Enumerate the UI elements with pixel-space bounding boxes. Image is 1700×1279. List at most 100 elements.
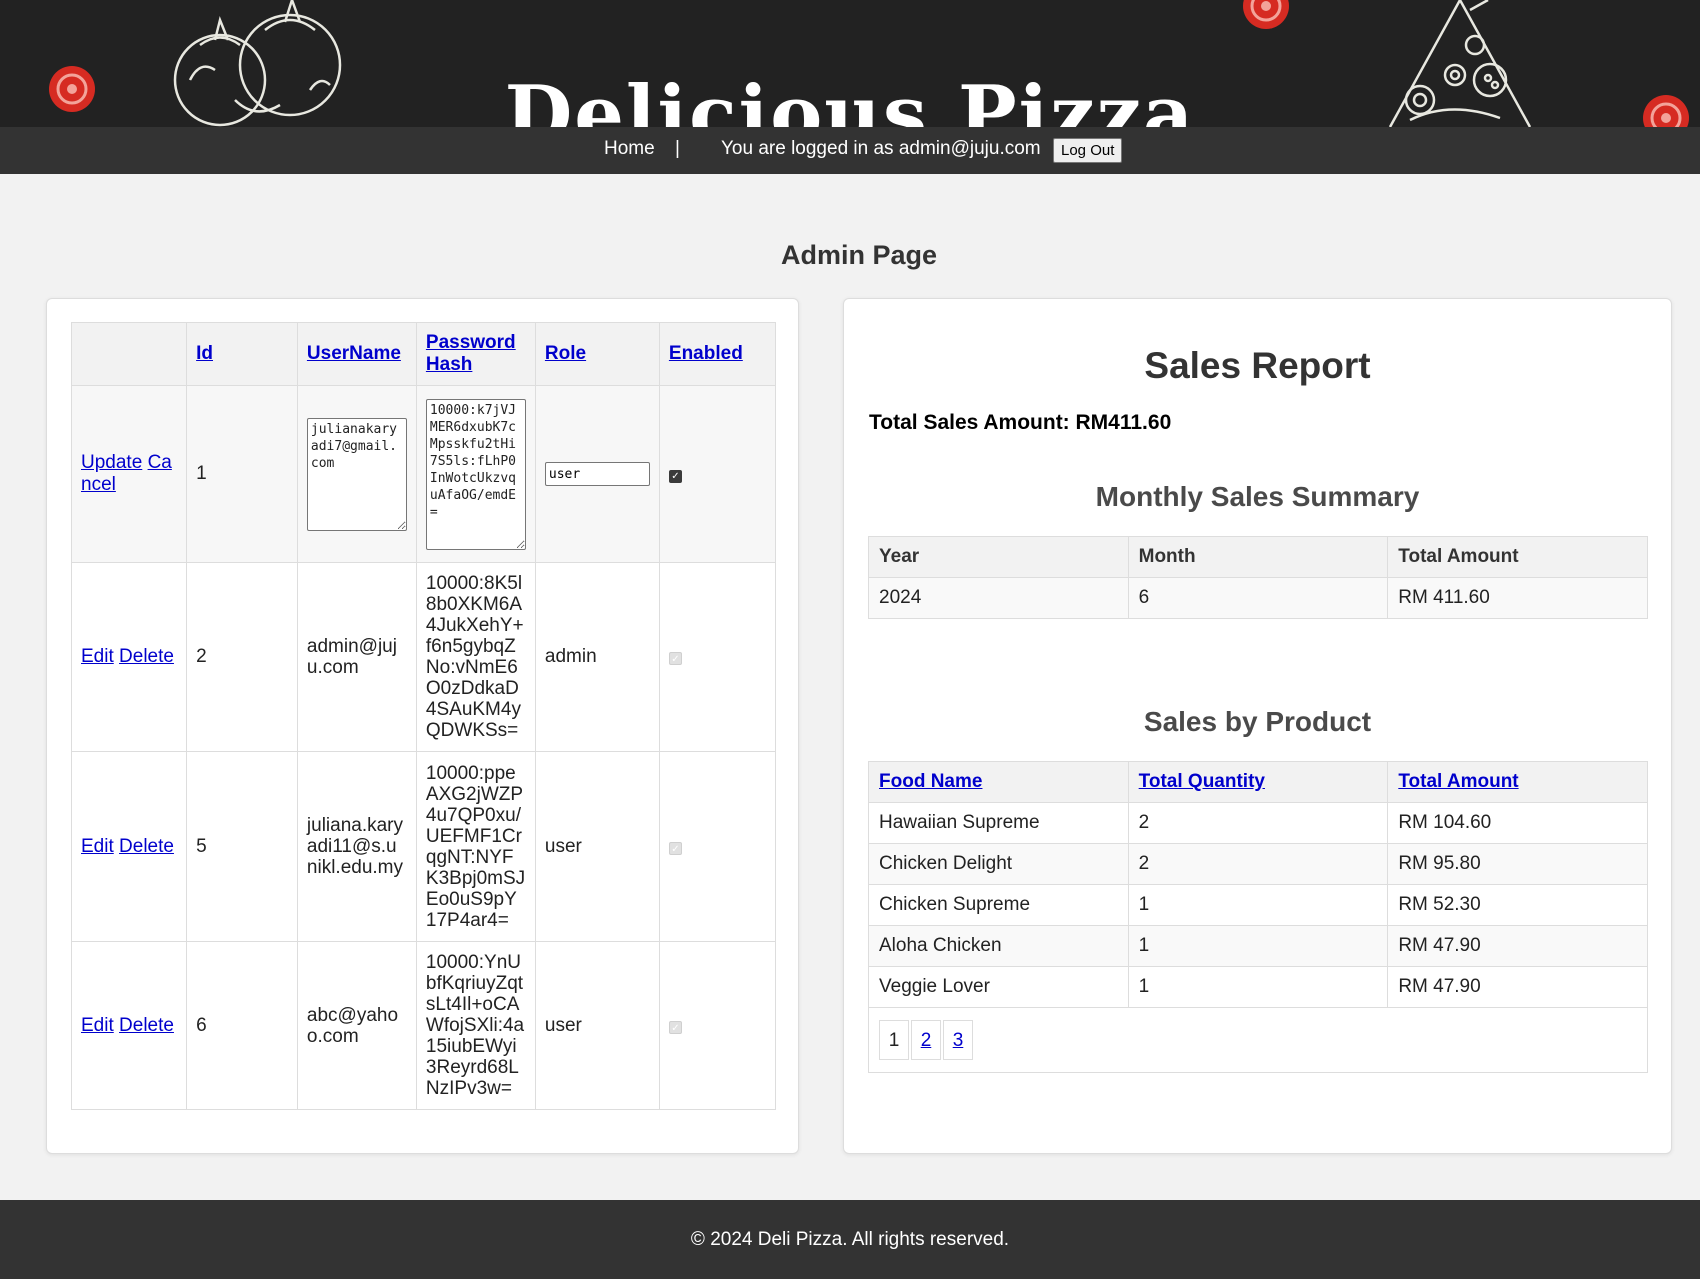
row-actions: Edit Delete (70, 562, 188, 752)
page-title: Admin Page (780, 240, 938, 271)
sort-total-quantity-link[interactable]: Total Quantity (1139, 771, 1265, 792)
role-input[interactable] (544, 462, 650, 487)
cell-id: 1 (186, 385, 298, 563)
monthly-summary-title: Monthly Sales Summary (1095, 481, 1420, 512)
nav-home-link[interactable]: Home (604, 138, 655, 160)
cell-password-hash: 10000:ppeAXG2jWZP4u7QP0xu/UEFMF1CrqgNT:N… (415, 751, 536, 942)
cell-amount: RM 95.80 (1387, 843, 1648, 885)
cell-food-name: Chicken Delight (868, 843, 1129, 885)
cell-year: 2024 (868, 577, 1129, 619)
cell-id: 6 (186, 941, 298, 1110)
row-actions: Edit Delete (70, 751, 188, 942)
table-row: 2024 6 RM 411.60 (868, 577, 1648, 619)
sort-password-hash-link[interactable]: Password Hash (426, 332, 516, 375)
users-table: Id UserName Password Hash Role Enabled U… (70, 322, 777, 1110)
cell-role: user (534, 941, 660, 1110)
cell-role: admin (534, 562, 660, 752)
users-panel: Id UserName Password Hash Role Enabled U… (46, 298, 799, 1154)
cell-food-name: Hawaiian Supreme (868, 802, 1129, 844)
header-password-hash: Password Hash (415, 322, 536, 386)
header-total-amount: Total Amount (1387, 536, 1648, 578)
monthly-header-row: Year Month Total Amount (868, 536, 1648, 578)
edit-link[interactable]: Edit (81, 836, 114, 857)
cell-food-name: Chicken Supreme (868, 884, 1129, 926)
total-sales-amount: Total Sales Amount: RM411.60 (869, 411, 1172, 434)
sort-id-link[interactable]: Id (196, 343, 213, 364)
cell-quantity: 1 (1127, 925, 1389, 967)
page-link[interactable]: 2 (911, 1020, 941, 1060)
cell-username: juliana.karyadi11@s.unikl.edu.my (296, 751, 417, 942)
update-link[interactable]: Update (81, 452, 142, 473)
cell-amount: RM 47.90 (1387, 966, 1648, 1008)
cell-amount: RM 104.60 (1387, 802, 1648, 844)
cell-enabled: ✓ (658, 562, 777, 752)
table-row: Edit Delete 5 juliana.karyadi11@s.unikl.… (70, 751, 777, 942)
header-username: UserName (296, 322, 417, 386)
header-food-name: Food Name (868, 761, 1129, 803)
cell-username: admin@juju.com (296, 562, 417, 752)
pager-row: 1 2 3 (868, 1007, 1648, 1073)
cell-enabled: ✓ (658, 751, 777, 942)
header-role: Role (534, 322, 660, 386)
table-row: Edit Delete 2 admin@juju.com 10000:8K5l8… (70, 562, 777, 752)
username-textarea[interactable]: julianakaryadi7@gmail.com (306, 417, 407, 531)
cell-enabled: ✓ (658, 941, 777, 1110)
header-enabled: Enabled (658, 322, 777, 386)
cell-amount: RM 52.30 (1387, 884, 1648, 926)
cell-quantity: 2 (1127, 802, 1389, 844)
sales-report-panel: Sales Report Total Sales Amount: RM411.6… (843, 298, 1672, 1154)
logout-button[interactable]: Log Out (1053, 138, 1123, 163)
header-actions (70, 322, 188, 386)
header-month: Month (1127, 536, 1389, 578)
cell-total-amount: RM 411.60 (1387, 577, 1648, 619)
footer-copyright: © 2024 Deli Pizza. All rights reserved. (690, 1229, 1010, 1250)
enabled-checkbox-disabled: ✓ (668, 652, 682, 665)
sort-username-link[interactable]: UserName (307, 343, 401, 364)
header-total-quantity: Total Quantity (1127, 761, 1389, 803)
tomato-slice-icon (1643, 95, 1689, 127)
users-header-row: Id UserName Password Hash Role Enabled (70, 322, 777, 386)
table-row: Edit Delete 6 abc@yahoo.com 10000:YnUbfK… (70, 941, 777, 1110)
sort-food-name-link[interactable]: Food Name (879, 771, 982, 792)
sort-role-link[interactable]: Role (545, 343, 586, 364)
pagination: 1 2 3 (879, 1020, 1637, 1060)
sort-enabled-link[interactable]: Enabled (669, 343, 743, 364)
cell-password-hash: 10000:YnUbfKqriuyZqtsLt4Il+oCAWfojSXli:4… (415, 941, 536, 1110)
sort-total-amount-link[interactable]: Total Amount (1398, 771, 1518, 792)
nav-bar: Home | You are logged in as admin@juju.c… (0, 127, 1700, 174)
cell-username: abc@yahoo.com (296, 941, 417, 1110)
table-row-editing: Update Cancel 1 julianakaryadi7@gmail.co… (70, 385, 777, 563)
delete-link[interactable]: Delete (119, 836, 174, 857)
sales-by-product-title: Sales by Product (1143, 706, 1372, 737)
cell-username-edit: julianakaryadi7@gmail.com (296, 385, 417, 563)
product-header-row: Food Name Total Quantity Total Amount (868, 761, 1648, 803)
pager-cell: 1 2 3 (868, 1007, 1648, 1073)
sales-report-title: Sales Report (1144, 345, 1371, 386)
cell-amount: RM 47.90 (1387, 925, 1648, 967)
delete-link[interactable]: Delete (119, 646, 174, 667)
cell-quantity: 2 (1127, 843, 1389, 885)
cell-food-name: Aloha Chicken (868, 925, 1129, 967)
edit-link[interactable]: Edit (81, 1015, 114, 1036)
table-row: Veggie Lover 1 RM 47.90 (868, 966, 1648, 1008)
cell-password-edit: 10000:k7jVJMER6dxubK7cMpsskfu2tHi7S5ls:f… (415, 385, 536, 563)
cell-password-hash: 10000:8K5l8b0XKM6A4JukXehY+f6n5gybqZNo:v… (415, 562, 536, 752)
header-banner: Delicious Pizza (0, 0, 1700, 127)
footer: © 2024 Deli Pizza. All rights reserved. (0, 1200, 1700, 1279)
header-id: Id (186, 322, 298, 386)
logged-in-status: You are logged in as admin@juju.com (721, 138, 1041, 159)
page-link[interactable]: 3 (943, 1020, 973, 1060)
edit-link[interactable]: Edit (81, 646, 114, 667)
delete-link[interactable]: Delete (119, 1015, 174, 1036)
cell-id: 5 (186, 751, 298, 942)
monthly-sales-table: Year Month Total Amount 2024 6 RM 411.60 (868, 536, 1648, 619)
header-year: Year (868, 536, 1129, 578)
password-hash-textarea[interactable]: 10000:k7jVJMER6dxubK7cMpsskfu2tHi7S5ls:f… (425, 398, 526, 550)
header-total-amount: Total Amount (1387, 761, 1648, 803)
enabled-checkbox[interactable]: ✓ (668, 470, 682, 483)
row-actions: Update Cancel (70, 385, 188, 563)
enabled-checkbox-disabled: ✓ (668, 1020, 682, 1034)
cell-enabled-edit: ✓ (658, 385, 777, 563)
cell-role-edit (534, 385, 660, 563)
table-row: Chicken Delight 2 RM 95.80 (868, 843, 1648, 885)
